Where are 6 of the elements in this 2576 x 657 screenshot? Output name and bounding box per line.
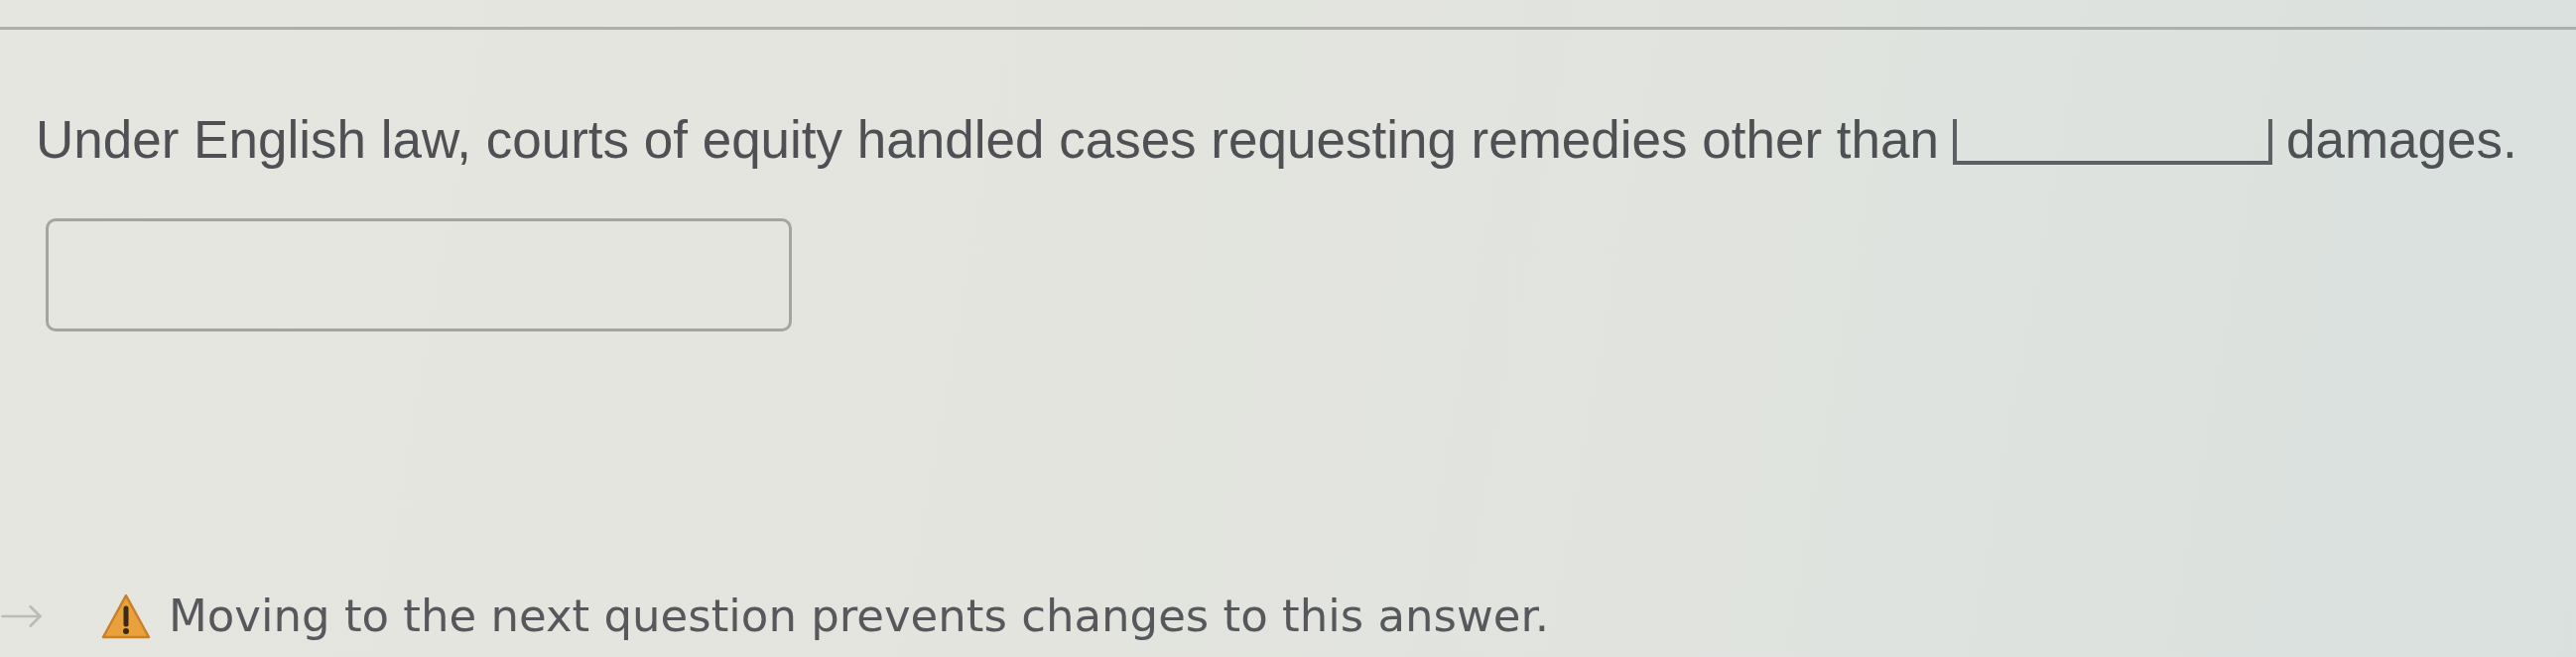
question-text: damages. (2285, 109, 2517, 171)
fill-in-line[interactable] (1952, 119, 2272, 165)
warning-icon (101, 592, 151, 639)
question-text: Under English law, courts of equity handled cases requesting remedies other than (36, 109, 1939, 171)
arrow-icon (0, 602, 44, 629)
notice-text: Moving to the next question prevents changes to this answer. (169, 590, 1550, 642)
